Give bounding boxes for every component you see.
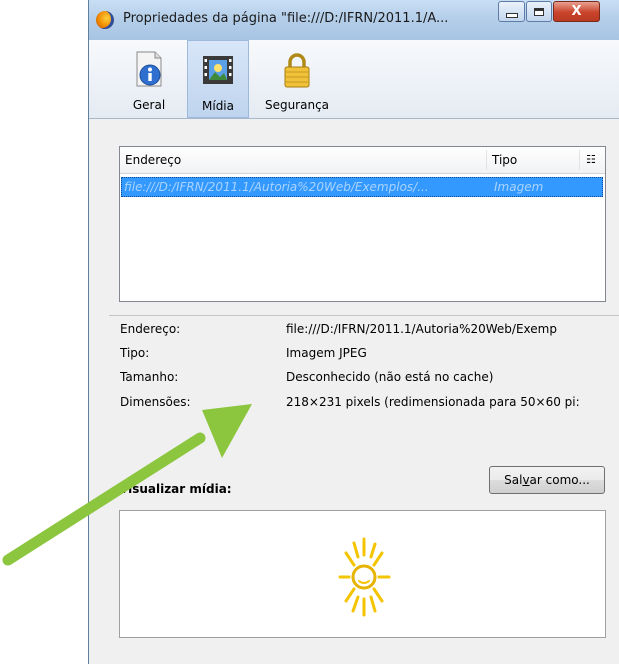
green-arrow-annotation bbox=[2, 404, 252, 566]
address-value: file:///D:/IFRN/2011.1/Autoria%20Web/Exe… bbox=[286, 322, 557, 336]
column-header-type[interactable]: Tipo bbox=[492, 153, 517, 167]
sun-image bbox=[338, 537, 391, 617]
minimize-button[interactable] bbox=[498, 1, 525, 22]
close-icon: X bbox=[571, 4, 582, 19]
close-button[interactable]: X bbox=[553, 1, 600, 22]
list-item[interactable]: file:///D:/IFRN/2011.1/Autoria%20Web/Exe… bbox=[121, 177, 603, 197]
size-value: Desconhecido (não está no cache) bbox=[286, 370, 494, 384]
column-picker-icon[interactable]: ☷ bbox=[586, 153, 596, 166]
column-separator[interactable] bbox=[579, 150, 580, 170]
save-as-button[interactable]: Salvar como... bbox=[489, 466, 605, 494]
tab-seguranca[interactable]: Segurança bbox=[257, 40, 337, 118]
list-item-type: Imagem bbox=[494, 180, 544, 194]
category-toolbar: Geral Mídia Segurança bbox=[89, 40, 619, 119]
tab-seguranca-label: Segurança bbox=[264, 98, 330, 112]
tab-geral[interactable]: Geral bbox=[120, 40, 178, 118]
media-icon bbox=[203, 56, 233, 84]
tab-midia[interactable]: Mídia bbox=[187, 40, 249, 118]
divider bbox=[109, 315, 619, 316]
window-title: Propriedades da página "file:///D:/IFRN/… bbox=[123, 11, 449, 26]
save-as-accelerator: v bbox=[522, 473, 530, 487]
address-label: Endereço: bbox=[120, 322, 181, 336]
minimize-icon bbox=[505, 13, 518, 18]
maximize-button[interactable] bbox=[526, 1, 552, 22]
firefox-icon bbox=[96, 11, 114, 29]
column-separator[interactable] bbox=[486, 150, 487, 170]
column-header-address[interactable]: Endereço bbox=[125, 153, 181, 167]
title-bar[interactable]: Propriedades da página "file:///D:/IFRN/… bbox=[89, 0, 619, 41]
maximize-icon bbox=[534, 7, 544, 16]
save-as-label-end: ar como... bbox=[529, 473, 590, 487]
info-icon bbox=[136, 51, 162, 87]
tab-midia-label: Mídia bbox=[202, 99, 234, 113]
media-list-header: Endereço Tipo ☷ bbox=[120, 147, 605, 174]
type-label: Tipo: bbox=[120, 346, 150, 360]
type-value: Imagem JPEG bbox=[286, 346, 367, 360]
tab-geral-label: Geral bbox=[132, 98, 166, 112]
lock-icon bbox=[284, 53, 310, 88]
save-as-label-start: Sal bbox=[504, 473, 523, 487]
media-list[interactable]: Endereço Tipo ☷ file:///D:/IFRN/2011.1/A… bbox=[119, 146, 606, 302]
dimensions-value: 218×231 pixels (redimensionada para 50×6… bbox=[286, 395, 580, 409]
list-item-address: file:///D:/IFRN/2011.1/Autoria%20Web/Exe… bbox=[124, 180, 429, 194]
